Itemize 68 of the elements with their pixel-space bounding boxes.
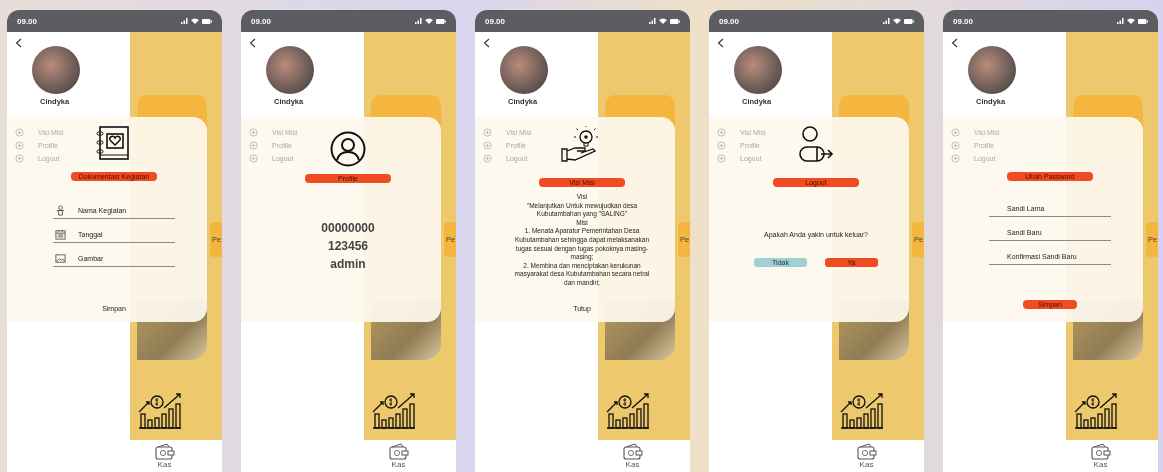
menu-item-icon: [951, 141, 960, 150]
wallet-icon[interactable]: [856, 443, 877, 460]
calendar-icon: [55, 229, 66, 240]
wallet-icon[interactable]: [622, 443, 643, 460]
signal-icon: [415, 18, 422, 24]
menu-item-icon: [717, 154, 726, 163]
wallet-icon[interactable]: [388, 443, 409, 460]
growth-chart-icon: [371, 392, 417, 430]
signal-icon: [1117, 18, 1124, 24]
battery-icon: [1138, 18, 1148, 24]
menu-item-icon: [249, 154, 258, 163]
battery-icon: [202, 18, 212, 24]
menu-item-icon: [717, 128, 726, 137]
wifi-icon: [1127, 18, 1135, 24]
growth-chart-icon: [137, 392, 183, 430]
avatar-photo: [500, 46, 548, 94]
image-icon: [55, 253, 66, 264]
wifi-icon: [893, 18, 901, 24]
menu-item-icon: [951, 154, 960, 163]
logout-icon: [797, 125, 835, 163]
nav-label[interactable]: Kas: [625, 460, 640, 469]
menu-item-icon: [15, 141, 24, 150]
avatar-photo: [734, 46, 782, 94]
avatar-photo: [32, 46, 80, 94]
wallet-icon[interactable]: [154, 443, 175, 460]
status-time: 09.00: [953, 16, 974, 26]
wifi-icon: [191, 18, 199, 24]
back-icon[interactable]: [15, 38, 22, 48]
back-icon[interactable]: [249, 38, 256, 48]
growth-chart-icon: [605, 392, 651, 430]
menu-item-icon: [483, 128, 492, 137]
status-time: 09.00: [719, 16, 740, 26]
menu-item-icon: [15, 128, 24, 137]
wifi-icon: [659, 18, 667, 24]
signal-icon: [883, 18, 890, 24]
avatar-photo: [968, 46, 1016, 94]
back-icon[interactable]: [483, 38, 490, 48]
status-time: 09.00: [17, 16, 38, 26]
status-time: 09.00: [485, 16, 506, 26]
status-time: 09.00: [251, 16, 272, 26]
nav-label[interactable]: Kas: [1093, 460, 1108, 469]
growth-chart-icon: [1073, 392, 1119, 430]
battery-icon: [904, 18, 914, 24]
profile-detail: 123456: [327, 238, 368, 255]
nav-label[interactable]: Kas: [391, 460, 406, 469]
nav-label[interactable]: Kas: [859, 460, 874, 469]
user-circle-icon: [330, 131, 366, 167]
avatar-photo: [266, 46, 314, 94]
menu-item-icon: [249, 128, 258, 137]
growth-chart-icon: [839, 392, 885, 430]
menu-item-icon: [15, 154, 24, 163]
menu-item-icon: [951, 128, 960, 137]
battery-icon: [436, 18, 446, 24]
menu-item-icon: [249, 141, 258, 150]
profile-detail: admin: [330, 256, 366, 273]
menu-item-icon: [717, 141, 726, 150]
wifi-icon: [425, 18, 433, 24]
nav-label[interactable]: Kas: [157, 460, 172, 469]
wallet-icon[interactable]: [1090, 443, 1111, 460]
signal-icon: [181, 18, 188, 24]
signal-icon: [649, 18, 656, 24]
profile-detail: 00000000: [321, 220, 375, 237]
battery-icon: [670, 18, 680, 24]
person-icon: [55, 205, 66, 216]
menu-item-icon: [483, 141, 492, 150]
back-icon[interactable]: [717, 38, 724, 48]
menu-item-icon: [483, 154, 492, 163]
back-icon[interactable]: [951, 38, 958, 48]
